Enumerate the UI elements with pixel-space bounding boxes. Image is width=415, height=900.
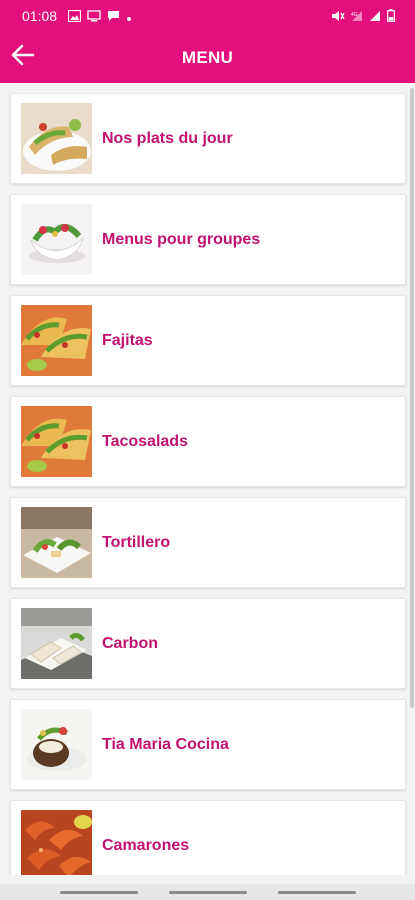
dish-image [21,810,92,875]
menu-item-tortillero[interactable]: Tortillero [10,497,406,588]
dish-image [21,709,92,780]
battery-icon [387,9,395,27]
dish-image [21,507,92,578]
menu-item-label: Tacosalads [102,433,188,450]
mute-icon [331,9,345,27]
nav-recent-button[interactable] [60,891,138,894]
menu-item-label: Tia Maria Cocina [102,736,229,753]
menu-item-tacosalads[interactable]: Tacosalads [10,396,406,487]
menu-item-label: Carbon [102,635,158,652]
dot-icon [126,9,132,27]
nav-home-button[interactable] [169,891,247,894]
menu-item-fajitas[interactable]: Fajitas [10,295,406,386]
app-bar: MENU [0,32,415,83]
nav-back-button[interactable] [278,891,356,894]
dish-image [21,608,92,679]
scrollbar[interactable] [410,88,414,708]
menu-item-label: Nos plats du jour [102,130,233,147]
page-title: MENU [181,48,234,67]
menu-item-carbon[interactable]: Carbon [10,598,406,689]
dish-image [21,103,92,174]
dish-image [21,305,92,376]
chat-icon [107,9,120,27]
menu-list[interactable]: Nos plats du jour Menus pour groupes Faj… [0,83,415,875]
status-time: 01:08 [22,8,58,24]
menu-item-label: Camarones [102,837,190,854]
signal-icon: 4G [351,9,363,27]
status-bar: 01:08 4G [0,0,415,32]
menu-item-nos-plats-du-jour[interactable]: Nos plats du jour [10,93,406,184]
menu-item-camarones[interactable]: Camarones [10,800,406,875]
menu-item-label: Fajitas [102,332,153,349]
cast-icon [87,9,101,27]
menu-item-label: Tortillero [102,534,171,551]
image-icon [67,9,82,27]
system-nav-bar [0,884,415,900]
dish-image [21,406,92,477]
menu-item-menus-pour-groupes[interactable]: Menus pour groupes [10,194,406,285]
menu-item-tia-maria-cocina[interactable]: Tia Maria Cocina [10,699,406,790]
wifi-signal-icon [369,9,381,27]
menu-item-label: Menus pour groupes [102,231,261,248]
dish-image [21,204,92,275]
